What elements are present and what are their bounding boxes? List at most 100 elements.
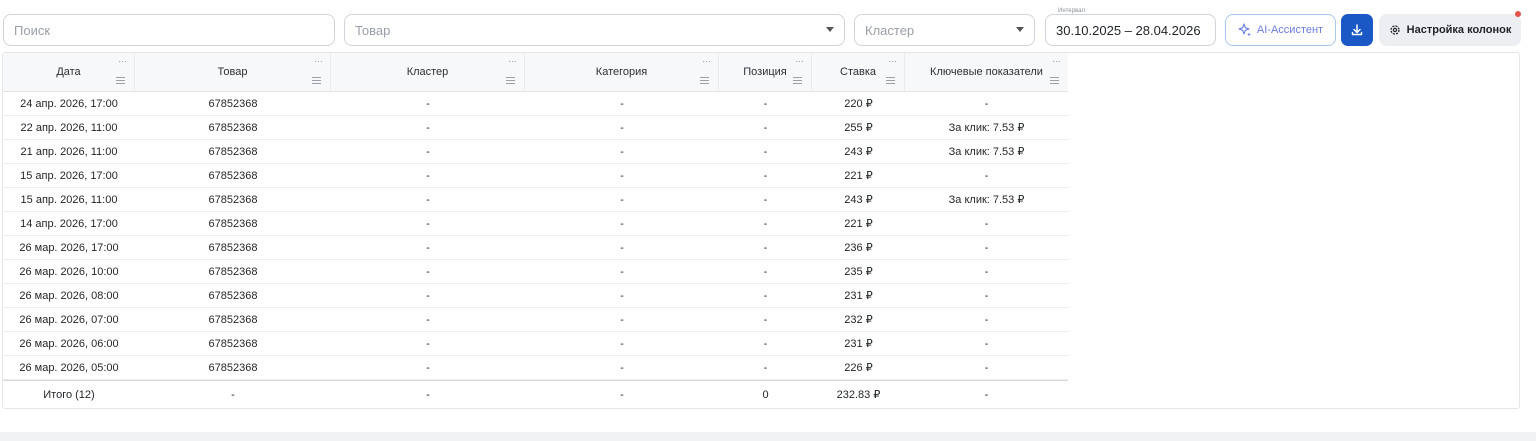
table-row[interactable]: 22 апр. 2026, 11:00 67852368 - - - 255 ₽ За кл… bbox=[3, 116, 1068, 140]
table-cell: 236 ₽ bbox=[844, 242, 873, 254]
hamburger-icon[interactable] bbox=[116, 77, 125, 84]
table-row[interactable]: 26 мар. 2026, 05:00 67852368 - - - 226 ₽ - bbox=[3, 356, 1068, 380]
total-cell: Итого (12) bbox=[43, 388, 95, 401]
column-header[interactable]: Товар… bbox=[135, 53, 331, 91]
total-cell: - bbox=[231, 388, 235, 401]
table-row[interactable]: 26 мар. 2026, 17:00 67852368 - - - 236 ₽ - bbox=[3, 236, 1068, 260]
table-cell: 15 апр. 2026, 11:00 bbox=[20, 193, 118, 206]
table-cell: - bbox=[763, 289, 768, 302]
columns-settings-button[interactable]: Настройка колонок bbox=[1379, 14, 1521, 46]
table-cell: - bbox=[763, 313, 768, 326]
column-header[interactable]: Позиция… bbox=[719, 53, 812, 91]
table-cell: 15 апр. 2026, 17:00 bbox=[20, 169, 118, 182]
table-total-row: Итого (12) - - - 0 232.83 ₽ - bbox=[3, 380, 1068, 408]
ellipsis-icon[interactable]: … bbox=[795, 55, 804, 64]
table-cell: 67852368 bbox=[208, 217, 258, 230]
table-cell: 26 мар. 2026, 10:00 bbox=[19, 265, 119, 278]
table-row[interactable]: 14 апр. 2026, 17:00 67852368 - - - 221 ₽ - bbox=[3, 212, 1068, 236]
column-header[interactable]: Дата… bbox=[3, 53, 135, 91]
table-grid: Дата… Товар… Кластер… Категория… Позиция… Ста… bbox=[3, 53, 1068, 408]
table-cell: - bbox=[763, 169, 768, 182]
data-table: Дата… Товар… Кластер… Категория… Позиция… Ста… bbox=[2, 52, 1520, 409]
table-cell: - bbox=[426, 361, 430, 374]
table-cell: - bbox=[426, 121, 430, 134]
table-cell: 22 апр. 2026, 11:00 bbox=[20, 121, 118, 134]
table-cell: - bbox=[620, 97, 624, 110]
ellipsis-icon[interactable]: … bbox=[118, 55, 127, 64]
hamburger-icon[interactable] bbox=[700, 77, 709, 84]
table-cell: 24 апр. 2026, 17:00 bbox=[20, 97, 118, 110]
table-cell: - bbox=[984, 313, 989, 326]
table-row[interactable]: 26 мар. 2026, 06:00 67852368 - - - 231 ₽ - bbox=[3, 332, 1068, 356]
hamburger-icon[interactable] bbox=[506, 77, 515, 84]
table-cell: - bbox=[620, 289, 624, 302]
hamburger-icon[interactable] bbox=[312, 77, 321, 84]
filter-bar: Поиск Товар Кластер 30.10.2025 – 28.04.2… bbox=[0, 0, 1536, 52]
table-cell: 67852368 bbox=[208, 313, 258, 326]
search-input[interactable]: Поиск bbox=[3, 14, 335, 46]
interval-input[interactable]: 30.10.2025 – 28.04.2026 bbox=[1045, 14, 1216, 46]
table-cell: - bbox=[763, 361, 768, 374]
table-cell: 67852368 bbox=[208, 121, 258, 134]
table-cell: - bbox=[620, 121, 624, 134]
table-cell: 21 апр. 2026, 11:00 bbox=[20, 145, 118, 158]
ellipsis-icon[interactable]: … bbox=[508, 55, 517, 64]
table-row[interactable]: 15 апр. 2026, 11:00 67852368 - - - 243 ₽ За кл… bbox=[3, 188, 1068, 212]
table-cell: - bbox=[984, 217, 989, 230]
search-placeholder: Поиск bbox=[14, 22, 51, 38]
download-button[interactable] bbox=[1341, 14, 1373, 46]
ellipsis-icon[interactable]: … bbox=[888, 55, 897, 64]
table-cell: - bbox=[984, 241, 989, 254]
table-cell: - bbox=[426, 289, 430, 302]
table-row[interactable]: 26 мар. 2026, 08:00 67852368 - - - 231 ₽ - bbox=[3, 284, 1068, 308]
total-cell: - bbox=[426, 388, 430, 401]
table-cell: - bbox=[763, 121, 768, 134]
page: Поиск Товар Кластер 30.10.2025 – 28.04.2… bbox=[0, 0, 1536, 432]
table-cell: - bbox=[620, 313, 624, 326]
column-header[interactable]: Ставка … bbox=[812, 53, 905, 91]
table-row[interactable]: 26 мар. 2026, 07:00 67852368 - - - 232 ₽ - bbox=[3, 308, 1068, 332]
column-header-label: Кластер bbox=[406, 66, 449, 78]
table-row[interactable]: 21 апр. 2026, 11:00 67852368 - - - 243 ₽ За кл… bbox=[3, 140, 1068, 164]
hamburger-icon[interactable] bbox=[886, 77, 895, 84]
column-header[interactable]: Ключевые показатели… bbox=[905, 53, 1068, 91]
table-cell: - bbox=[763, 145, 768, 158]
total-cell: - bbox=[984, 388, 989, 401]
table-cell: - bbox=[426, 193, 430, 206]
total-cell: 232.83 ₽ bbox=[836, 389, 881, 401]
sparkle-icon bbox=[1238, 23, 1251, 37]
product-select[interactable]: Товар bbox=[344, 14, 845, 46]
table-cell: - bbox=[763, 337, 768, 350]
chevron-down-icon bbox=[826, 27, 834, 32]
table-cell: 67852368 bbox=[208, 169, 258, 182]
table-cell: - bbox=[426, 217, 430, 230]
table-cell: - bbox=[984, 265, 989, 278]
table-cell: 226 ₽ bbox=[844, 362, 873, 374]
total-cell: 0 bbox=[762, 388, 769, 401]
table-cell: - bbox=[426, 313, 430, 326]
table-cell: - bbox=[426, 337, 430, 350]
table-row[interactable]: 15 апр. 2026, 17:00 67852368 - - - 221 ₽ - bbox=[3, 164, 1068, 188]
table-cell: - bbox=[763, 241, 768, 254]
table-cell: 255 ₽ bbox=[844, 122, 873, 134]
table-cell: - bbox=[984, 337, 989, 350]
ellipsis-icon[interactable]: … bbox=[1052, 55, 1061, 64]
ellipsis-icon[interactable]: … bbox=[314, 55, 323, 64]
column-header[interactable]: Кластер … bbox=[331, 53, 525, 91]
table-cell: За клик: 7.53 ₽ bbox=[948, 122, 1025, 134]
hamburger-icon[interactable] bbox=[1050, 77, 1059, 84]
table-cell: - bbox=[426, 241, 430, 254]
column-header-label: Ставка bbox=[840, 66, 876, 78]
column-header[interactable]: Категория … bbox=[525, 53, 719, 91]
table-cell: - bbox=[426, 97, 430, 110]
table-cell: - bbox=[426, 265, 430, 278]
table-cell: 67852368 bbox=[208, 193, 258, 206]
column-header-label: Категория bbox=[595, 66, 648, 78]
table-row[interactable]: 24 апр. 2026, 17:00 67852368 - - - 220 ₽ - bbox=[3, 92, 1068, 116]
table-row[interactable]: 26 мар. 2026, 10:00 67852368 - - - 235 ₽ - bbox=[3, 260, 1068, 284]
total-cell: - bbox=[620, 388, 624, 401]
cluster-select[interactable]: Кластер bbox=[854, 14, 1035, 46]
ellipsis-icon[interactable]: … bbox=[702, 55, 711, 64]
ai-assistant-button[interactable]: AI-Ассистент bbox=[1225, 14, 1336, 46]
hamburger-icon[interactable] bbox=[793, 77, 802, 84]
